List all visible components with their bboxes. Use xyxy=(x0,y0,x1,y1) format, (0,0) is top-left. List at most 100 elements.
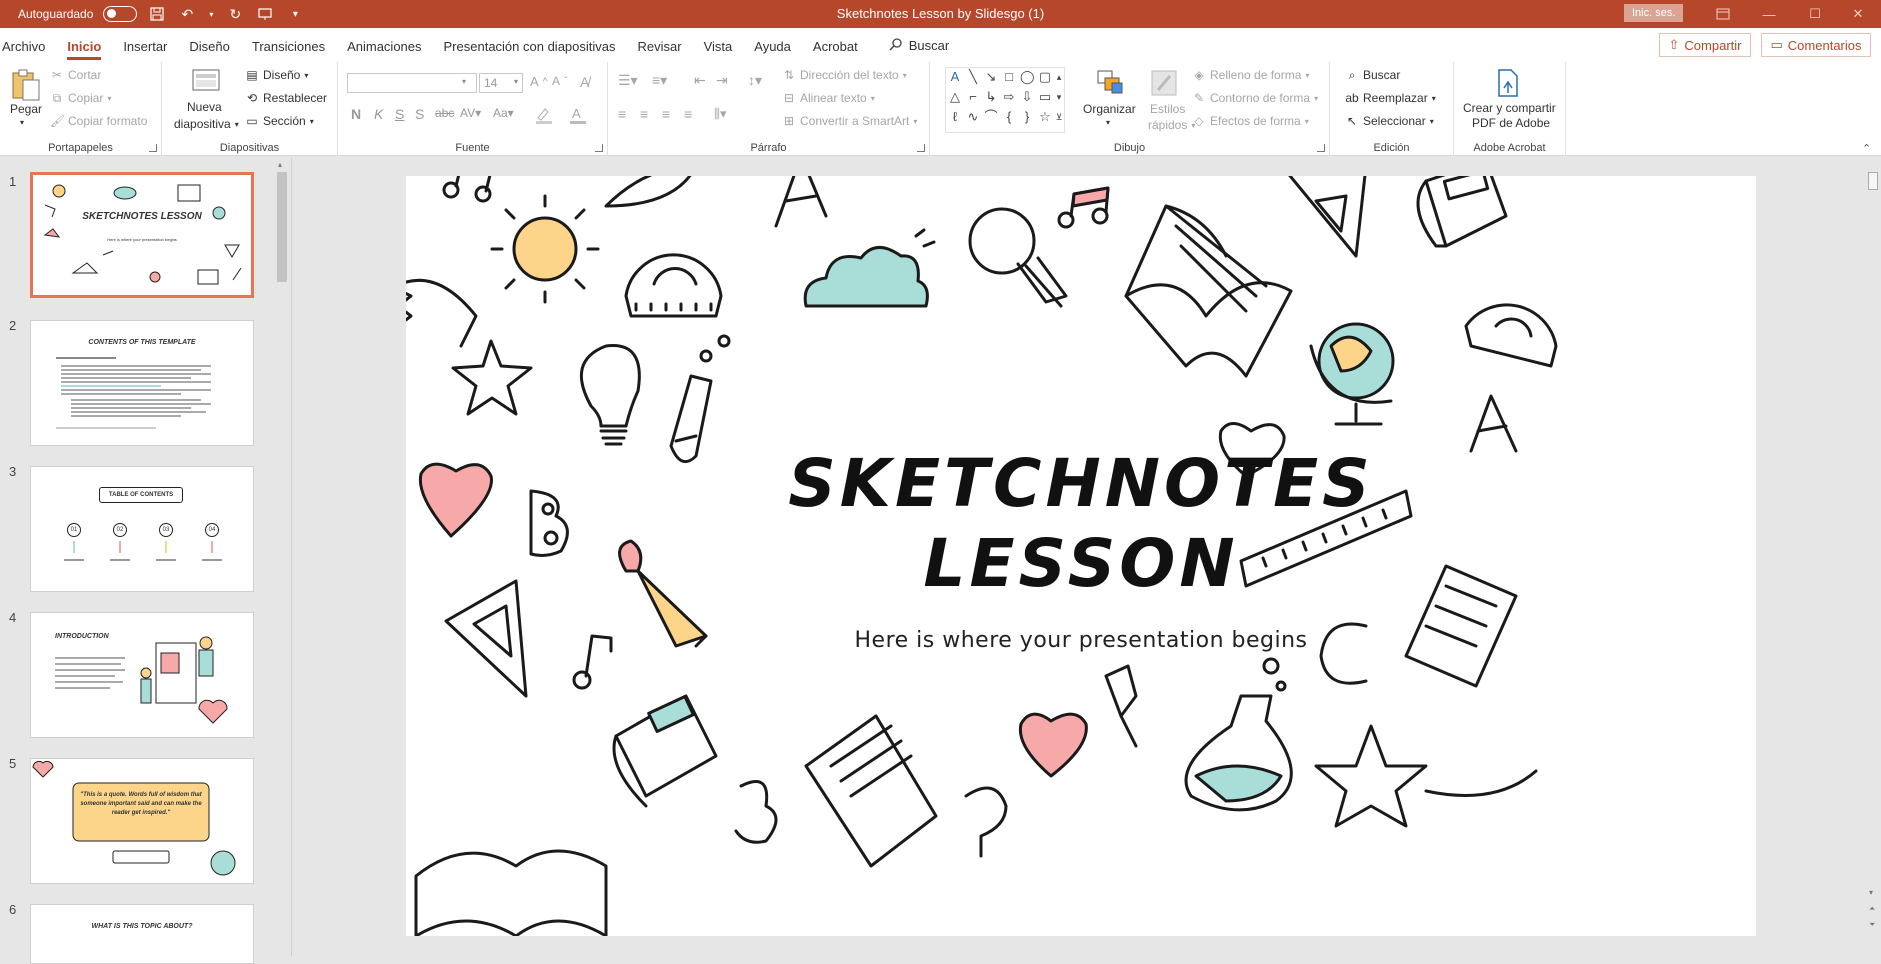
highlight-icon[interactable] xyxy=(535,106,557,127)
cut-button[interactable]: ✂ Cortar xyxy=(50,68,101,82)
find-button[interactable]: ⌕ Buscar xyxy=(1345,68,1401,82)
arc-shape-icon[interactable]: ⌒ xyxy=(984,110,998,124)
arrange-dropdown-icon[interactable]: ▾ xyxy=(1106,118,1110,127)
underline-icon[interactable]: S xyxy=(395,106,404,122)
tab-ayuda[interactable]: Ayuda xyxy=(743,39,802,62)
replace-button[interactable]: ab Reemplazar ▾ xyxy=(1345,91,1435,105)
quick-styles-icon[interactable] xyxy=(1148,68,1180,100)
scroll-up-icon[interactable]: ▴ xyxy=(278,160,282,169)
quick-styles-label-2[interactable]: rápidos ▾ xyxy=(1148,118,1195,132)
justify-icon[interactable]: ≡ xyxy=(684,106,692,122)
oval-shape-icon[interactable]: ◯ xyxy=(1020,70,1035,84)
arrange-button[interactable]: Organizar xyxy=(1083,102,1136,116)
tab-insertar[interactable]: Insertar xyxy=(112,39,178,62)
align-left-icon[interactable]: ≡ xyxy=(618,106,626,122)
tab-vista[interactable]: Vista xyxy=(693,39,744,62)
rounded-rect-shape-icon[interactable]: ▢ xyxy=(1038,70,1052,84)
editor-scrollbar[interactable]: ▾ ⏶ ⏷ xyxy=(1865,158,1881,956)
select-button[interactable]: ↖ Seleccionar ▾ xyxy=(1345,114,1434,128)
slide-thumbnail-3[interactable]: TABLE OF CONTENTS 01 02 03 04 xyxy=(30,466,254,592)
decrease-font-icon[interactable]: Aˇ xyxy=(552,74,567,88)
autosave-toggle[interactable] xyxy=(103,6,138,22)
text-direction-button[interactable]: ⇅ Dirección del texto ▾ xyxy=(782,68,907,82)
tab-inicio[interactable]: Inicio xyxy=(56,39,112,62)
slide-thumbnail-1[interactable]: SKETCHNOTES LESSON Here is where your pr… xyxy=(30,172,254,298)
thumbnails-scrollbar[interactable]: ▴ xyxy=(275,158,289,956)
decrease-indent-icon[interactable]: ⇤ xyxy=(694,72,706,89)
create-pdf-icon[interactable] xyxy=(1494,68,1526,100)
connector-shape-icon[interactable]: ⌐ xyxy=(966,90,980,104)
shape-fill-button[interactable]: ◈ Relleno de forma ▾ xyxy=(1192,68,1309,82)
align-text-button[interactable]: ⊟ Alinear texto ▾ xyxy=(782,91,875,105)
callout-shape-icon[interactable]: ▭ xyxy=(1038,90,1052,104)
tab-diseno[interactable]: Diseño xyxy=(178,39,240,62)
paragraph-launcher-icon[interactable] xyxy=(917,144,925,152)
star-shape-icon[interactable]: ☆ xyxy=(1038,110,1052,124)
shapes-gallery[interactable]: A ╲ ↘ □ ◯ ▢ △ ⌐ ↳ ⇨ ⇩ ▭ ℓ ∿ ⌒ { } ☆ ▴ ▾ … xyxy=(945,67,1065,133)
tab-acrobat[interactable]: Acrobat xyxy=(802,39,869,62)
collapse-ribbon-icon[interactable]: ⌃ xyxy=(1862,142,1871,155)
minimize-icon[interactable]: — xyxy=(1746,0,1792,28)
tab-transiciones[interactable]: Transiciones xyxy=(241,39,336,62)
create-pdf-label-1[interactable]: Crear y compartir xyxy=(1463,101,1556,115)
align-right-icon[interactable]: ≡ xyxy=(662,106,670,122)
slide-editor[interactable]: SKETCHNOTES LESSON Here is where your pr… xyxy=(292,158,1865,956)
font-name-input[interactable] xyxy=(347,73,477,93)
previous-slide-icon[interactable]: ⏶ xyxy=(1869,904,1875,914)
current-slide[interactable]: SKETCHNOTES LESSON Here is where your pr… xyxy=(406,176,1756,936)
increase-indent-icon[interactable]: ⇥ xyxy=(716,72,728,89)
spacing-icon[interactable]: AV▾ xyxy=(460,106,481,120)
right-arrow-shape-icon[interactable]: ⇨ xyxy=(1002,90,1016,104)
clear-format-icon[interactable]: A̸ xyxy=(580,74,589,90)
textbox-shape-icon[interactable]: A xyxy=(948,70,962,84)
tab-animaciones[interactable]: Animaciones xyxy=(336,39,432,62)
shape-effects-button[interactable]: ◇ Efectos de forma ▾ xyxy=(1192,114,1308,128)
shape-outline-button[interactable]: ✎ Contorno de forma ▾ xyxy=(1192,91,1318,105)
paste-button[interactable]: Pegar xyxy=(10,102,42,116)
line-shape-icon[interactable]: ╲ xyxy=(966,70,980,84)
slide-thumbnail-2[interactable]: CONTENTS OF THIS TEMPLATE xyxy=(30,320,254,446)
bold-icon[interactable]: N xyxy=(351,106,361,122)
close-icon[interactable]: ✕ xyxy=(1835,0,1881,28)
new-slide-icon[interactable] xyxy=(190,67,222,99)
new-slide-dropdown[interactable]: diapositiva ▾ xyxy=(174,117,239,131)
elbow-shape-icon[interactable]: ↳ xyxy=(984,90,998,104)
align-center-icon[interactable]: ≡ xyxy=(640,106,648,122)
redo-icon[interactable]: ↻ xyxy=(225,4,245,24)
reset-button[interactable]: ⟲ Restablecer xyxy=(245,91,327,105)
comments-button[interactable]: ▭ Comentarios xyxy=(1761,33,1871,57)
gallery-more-icon[interactable]: ⊻ xyxy=(1052,110,1066,124)
bullets-icon[interactable]: ☰▾ xyxy=(618,72,638,89)
new-slide-label[interactable]: Nueva xyxy=(187,100,222,114)
paste-dropdown-icon[interactable]: ▾ xyxy=(20,118,24,127)
font-color-icon[interactable]: A xyxy=(569,106,591,127)
paste-icon[interactable] xyxy=(10,68,42,101)
copy-button[interactable]: ⧉ Copiar ▾ xyxy=(50,91,112,105)
triangle-shape-icon[interactable]: △ xyxy=(948,90,962,104)
sign-in-button[interactable]: Inic. ses. xyxy=(1624,4,1684,22)
slide-thumbnail-6[interactable]: WHAT IS THIS TOPIC ABOUT? xyxy=(30,904,254,964)
create-pdf-label-2[interactable]: PDF de Adobe xyxy=(1472,116,1550,130)
right-brace-shape-icon[interactable]: } xyxy=(1020,110,1034,124)
italic-icon[interactable]: K xyxy=(374,106,383,122)
smartart-button[interactable]: ⊞ Convertir a SmartArt ▾ xyxy=(782,114,917,128)
font-size-dropdown-icon[interactable]: ▾ xyxy=(514,77,518,86)
scroll-down-icon[interactable]: ▾ xyxy=(1869,888,1873,897)
present-from-start-icon[interactable] xyxy=(255,4,275,24)
editor-scroll-thumb[interactable] xyxy=(1868,172,1878,190)
numbering-icon[interactable]: ≡▾ xyxy=(652,72,667,89)
slide-thumbnail-5[interactable]: "This is a quote. Words full of wisdom t… xyxy=(30,758,254,884)
columns-icon[interactable]: ⫼▾ xyxy=(714,106,727,122)
gallery-scroll-up-icon[interactable]: ▴ xyxy=(1052,70,1066,84)
tab-presentacion[interactable]: Presentación con diapositivas xyxy=(433,39,627,62)
freeform-shape-icon[interactable]: ∿ xyxy=(966,110,980,124)
layout-button[interactable]: ▤ Diseño ▾ xyxy=(245,68,308,82)
slide-thumbnail-4[interactable]: INTRODUCTION xyxy=(30,612,254,738)
tell-me-search[interactable]: Buscar xyxy=(869,37,960,62)
line-spacing-icon[interactable]: ↕▾ xyxy=(748,72,762,89)
undo-dropdown-icon[interactable]: ▾ xyxy=(207,4,215,24)
slide-subtitle[interactable]: Here is where your presentation begins xyxy=(406,628,1756,653)
share-button[interactable]: ⇧ Compartir xyxy=(1659,33,1751,57)
ribbon-display-options-icon[interactable] xyxy=(1700,0,1746,28)
left-brace-shape-icon[interactable]: { xyxy=(1002,110,1016,124)
